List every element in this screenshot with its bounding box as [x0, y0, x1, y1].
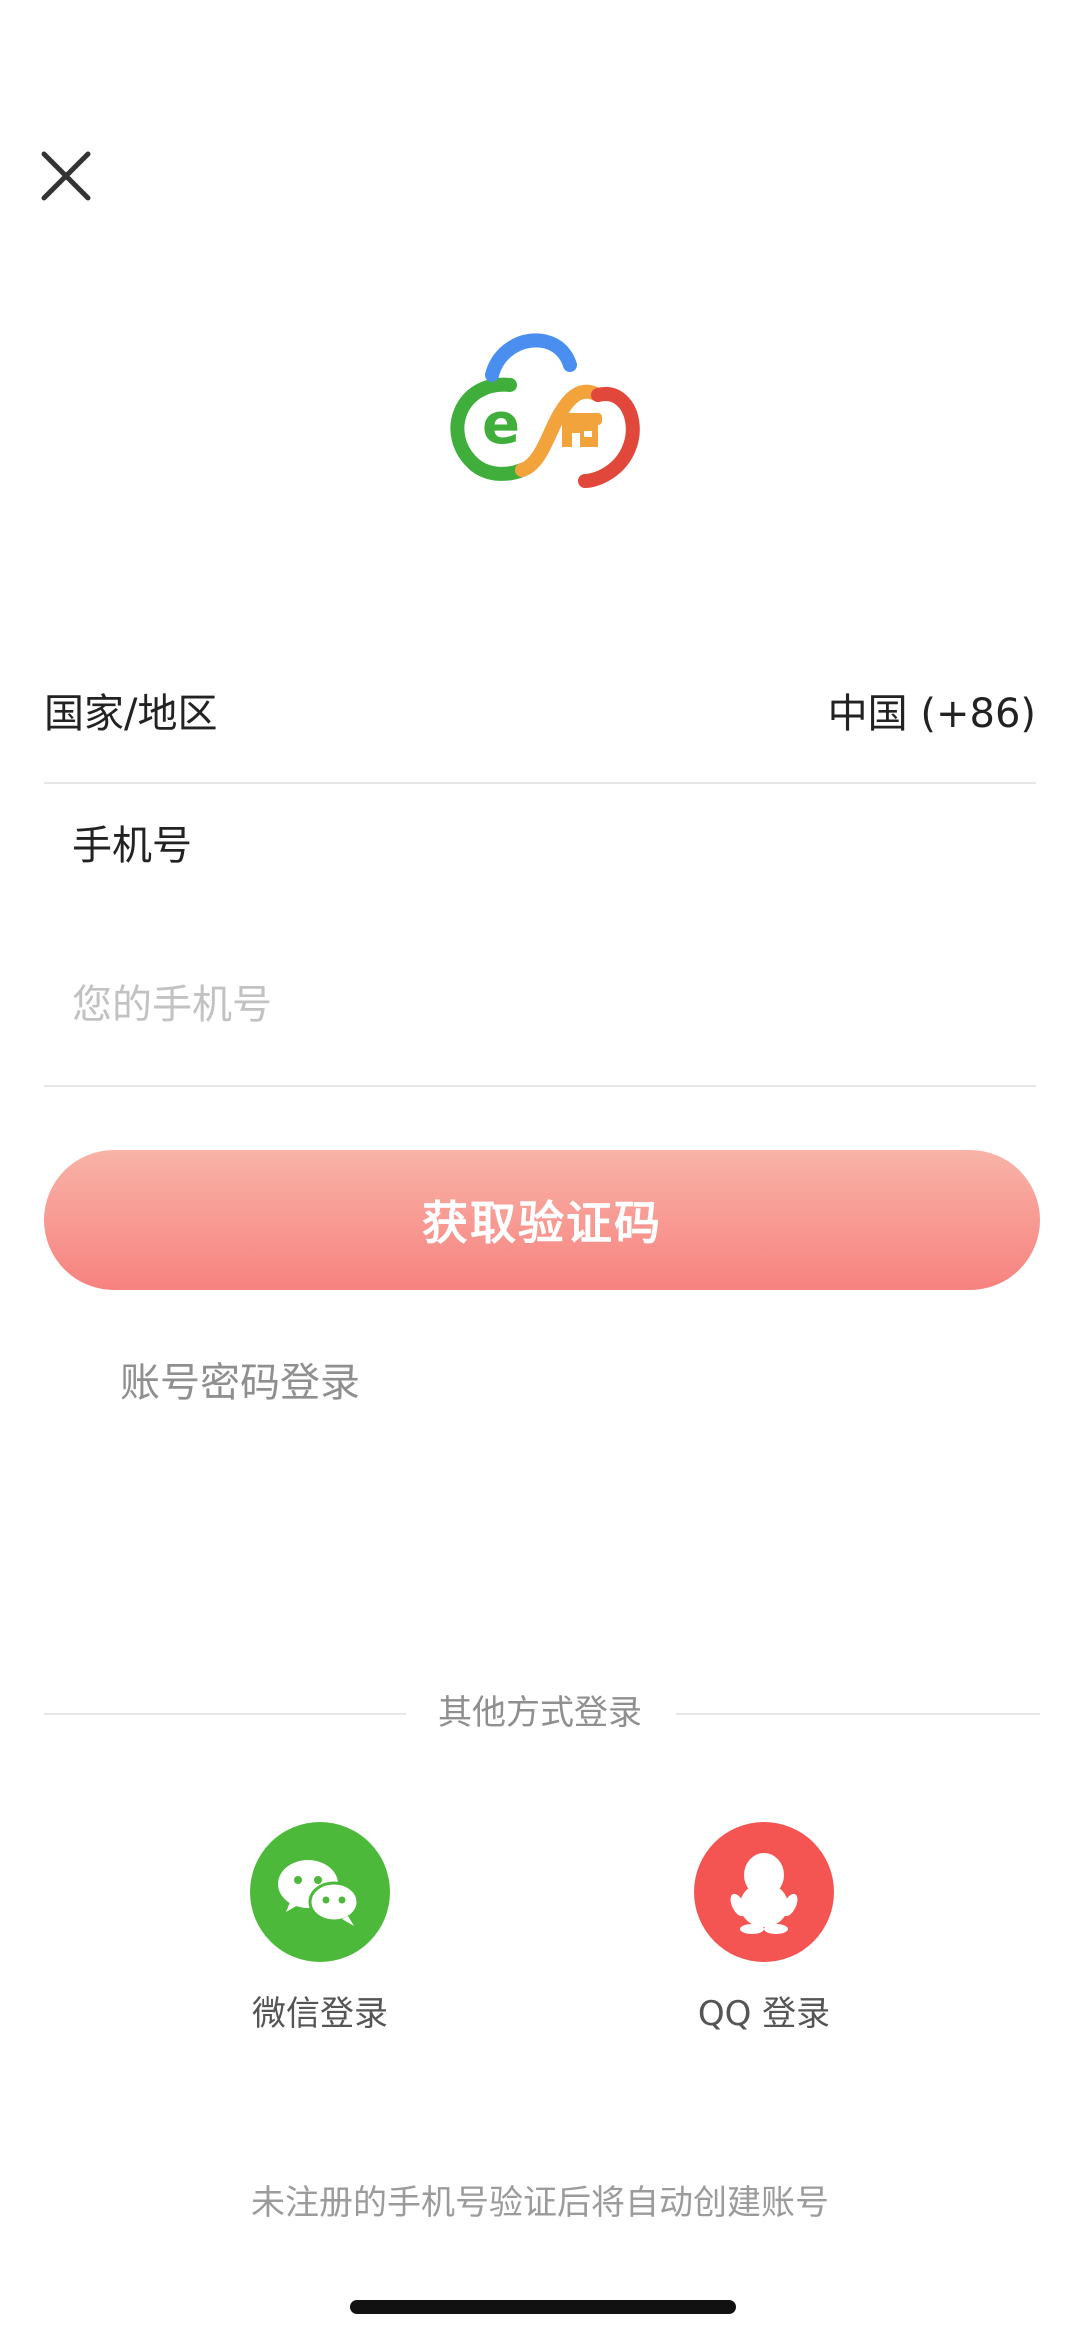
close-icon	[41, 151, 91, 201]
phone-label: 手机号	[72, 823, 192, 869]
wechat-login-button[interactable]: 微信登录	[190, 1822, 450, 2035]
home-indicator[interactable]	[350, 2300, 736, 2314]
other-login-title: 其他方式登录	[438, 1693, 642, 1733]
shop-icon	[558, 413, 602, 447]
get-code-button[interactable]: 获取验证码	[44, 1150, 1040, 1290]
qq-login-label: QQ 登录	[697, 1994, 831, 2034]
region-selector[interactable]: 国家/地区 中国 (+86)	[44, 648, 1036, 780]
separator-line-left	[44, 1713, 406, 1715]
qq-icon	[694, 1822, 834, 1962]
qq-login-button[interactable]: QQ 登录	[634, 1822, 894, 2035]
password-login-link[interactable]: 账号密码登录	[120, 1350, 360, 1408]
get-code-label: 获取验证码	[422, 1196, 662, 1250]
divider	[44, 782, 1036, 784]
wechat-login-label: 微信登录	[252, 1994, 388, 2034]
registration-note: 未注册的手机号验证后将自动创建账号	[251, 2183, 829, 2223]
divider	[44, 1085, 1036, 1087]
wechat-icon	[250, 1822, 390, 1962]
phone-input[interactable]	[72, 970, 1002, 1040]
close-button[interactable]	[30, 140, 102, 212]
app-logo: e	[430, 325, 650, 495]
region-label: 国家/地区	[44, 691, 218, 737]
region-value: 中国 (+86)	[827, 691, 1036, 737]
separator-line-right	[676, 1713, 1040, 1715]
logo-letter: e	[482, 392, 520, 457]
